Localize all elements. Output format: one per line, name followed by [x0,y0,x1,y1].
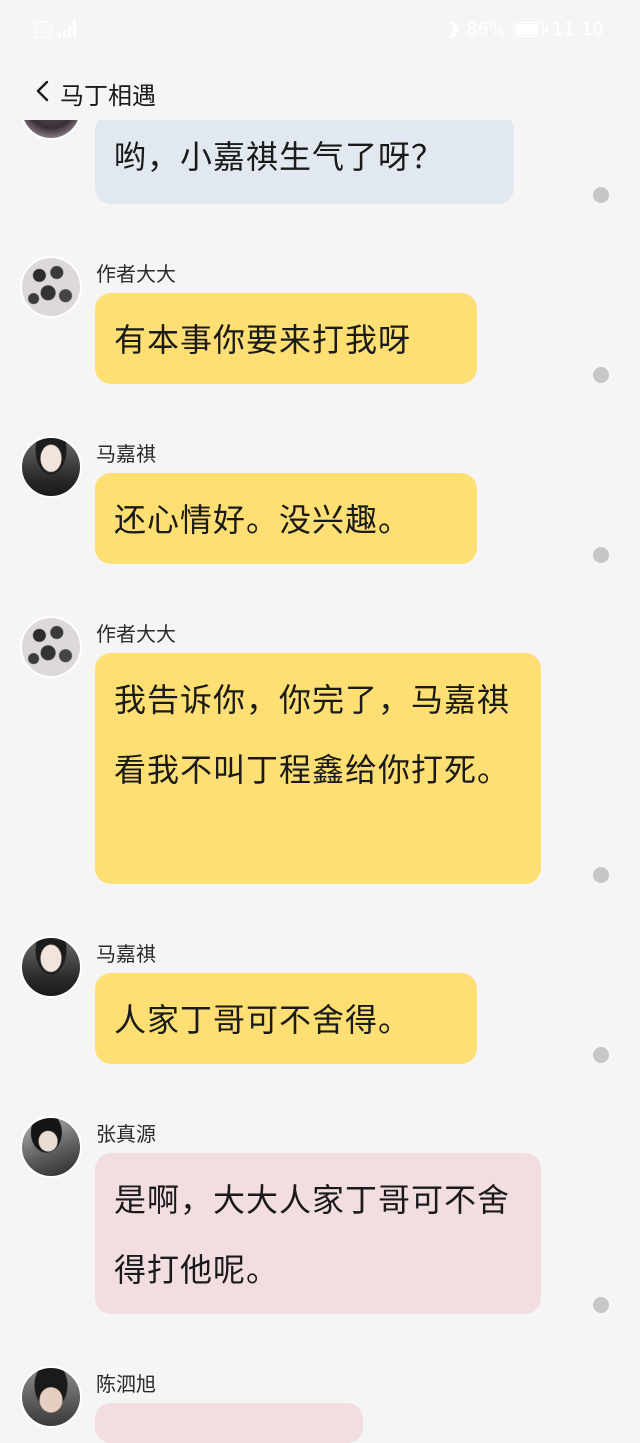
avatar[interactable] [20,936,82,998]
battery-level [516,24,539,35]
read-status-dot [593,547,609,563]
sender-name: 马嘉祺 [96,942,156,966]
avatar[interactable] [20,616,82,678]
avatar[interactable] [20,1366,82,1428]
message-bubble[interactable]: 还心情好。没兴趣。 [95,473,477,564]
status-left: HD [34,20,76,38]
message-bubble[interactable]: 是啊，大大人家丁哥可不舍得打他呢。 [95,1153,541,1314]
sender-name: 马嘉祺 [96,442,156,466]
read-status-dot [593,867,609,883]
battery-percent: 86% [466,19,507,40]
read-status-dot [593,187,609,203]
back-chevron-icon[interactable] [34,79,56,103]
status-bar: HD 86% 11:10 [0,0,640,62]
status-right: 86% 11:10 [442,19,604,40]
message-bubble[interactable]: 我告诉你，你完了，马嘉祺看我不叫丁程鑫给你打死。 [95,653,541,884]
hd-icon: HD [34,20,52,38]
sender-name: 作者大大 [96,262,176,286]
sender-name: 陈泗旭 [96,1372,156,1396]
message-bubble[interactable]: 哟，小嘉祺生气了呀？ [95,120,514,204]
avatar[interactable] [20,1116,82,1178]
message-bubble[interactable]: 人家丁哥可不舍得。 [95,973,477,1064]
read-status-dot [593,1297,609,1313]
sender-name: 作者大大 [96,622,176,646]
avatar[interactable] [20,256,82,318]
sender-name: 张真源 [96,1122,156,1146]
clock: 11:10 [552,19,604,40]
read-status-dot [593,1047,609,1063]
signal-icon [58,20,76,38]
do-not-disturb-icon [439,19,461,41]
chat-title: 马丁相遇 [60,82,156,110]
avatar[interactable] [20,120,82,140]
battery-icon [514,22,549,37]
message-bubble[interactable]: 有本事你要来打我呀 [95,293,477,384]
title-bar: 马丁相遇 [0,62,640,120]
read-status-dot [593,367,609,383]
message-item: 哟，小嘉祺生气了呀？ [0,120,640,220]
avatar[interactable] [20,436,82,498]
message-bubble[interactable] [95,1403,363,1443]
